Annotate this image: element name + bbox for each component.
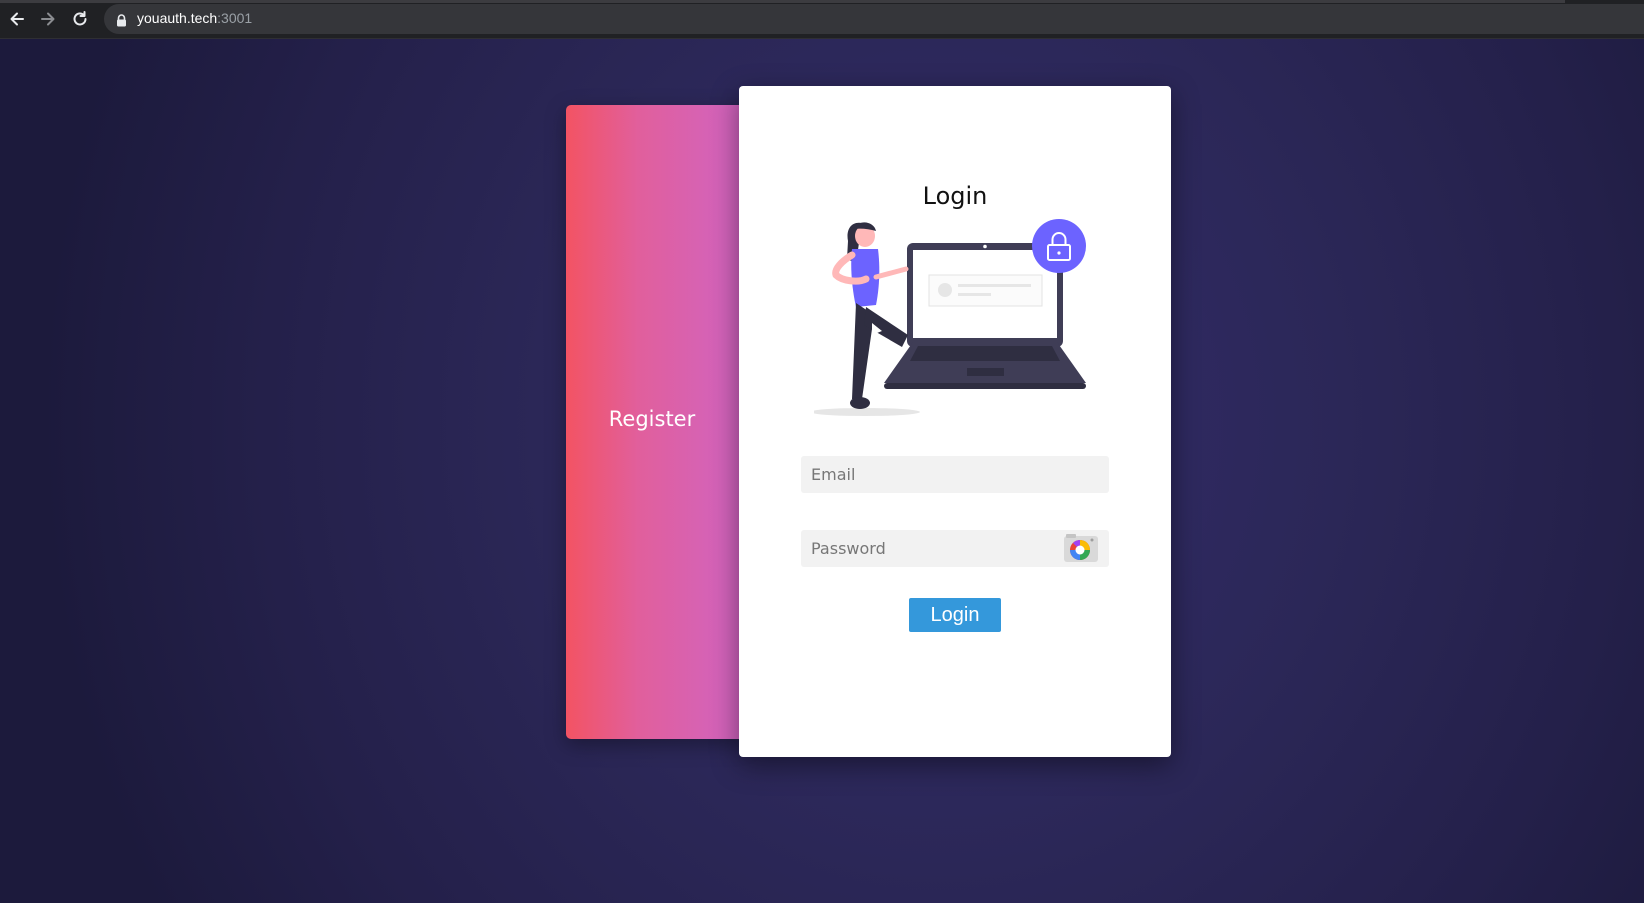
reload-icon[interactable]	[68, 7, 92, 31]
email-field[interactable]	[801, 456, 1109, 493]
forward-arrow-icon[interactable]	[36, 7, 60, 31]
address-bar[interactable]: youauth.tech:3001	[104, 4, 1644, 34]
browser-toolbar: youauth.tech:3001	[0, 0, 1644, 39]
shadow-ellipse	[814, 408, 920, 416]
login-title: Login	[922, 182, 988, 210]
login-button[interactable]: Login	[909, 598, 1001, 632]
padlock-badge-icon	[1032, 219, 1086, 273]
url-port: :3001	[217, 10, 253, 26]
register-label: Register	[608, 407, 696, 431]
url-host: youauth.tech	[137, 10, 218, 26]
login-illustration	[814, 219, 1086, 416]
login-card: Login Email Login	[739, 86, 1171, 757]
url-text: youauth.tech:3001	[137, 10, 252, 26]
register-panel[interactable]: Register	[566, 105, 746, 739]
lock-icon	[116, 12, 127, 31]
back-arrow-icon[interactable]	[5, 7, 29, 31]
tab-strip-edge	[0, 0, 1565, 3]
password-manager-icon[interactable]	[1063, 532, 1099, 564]
